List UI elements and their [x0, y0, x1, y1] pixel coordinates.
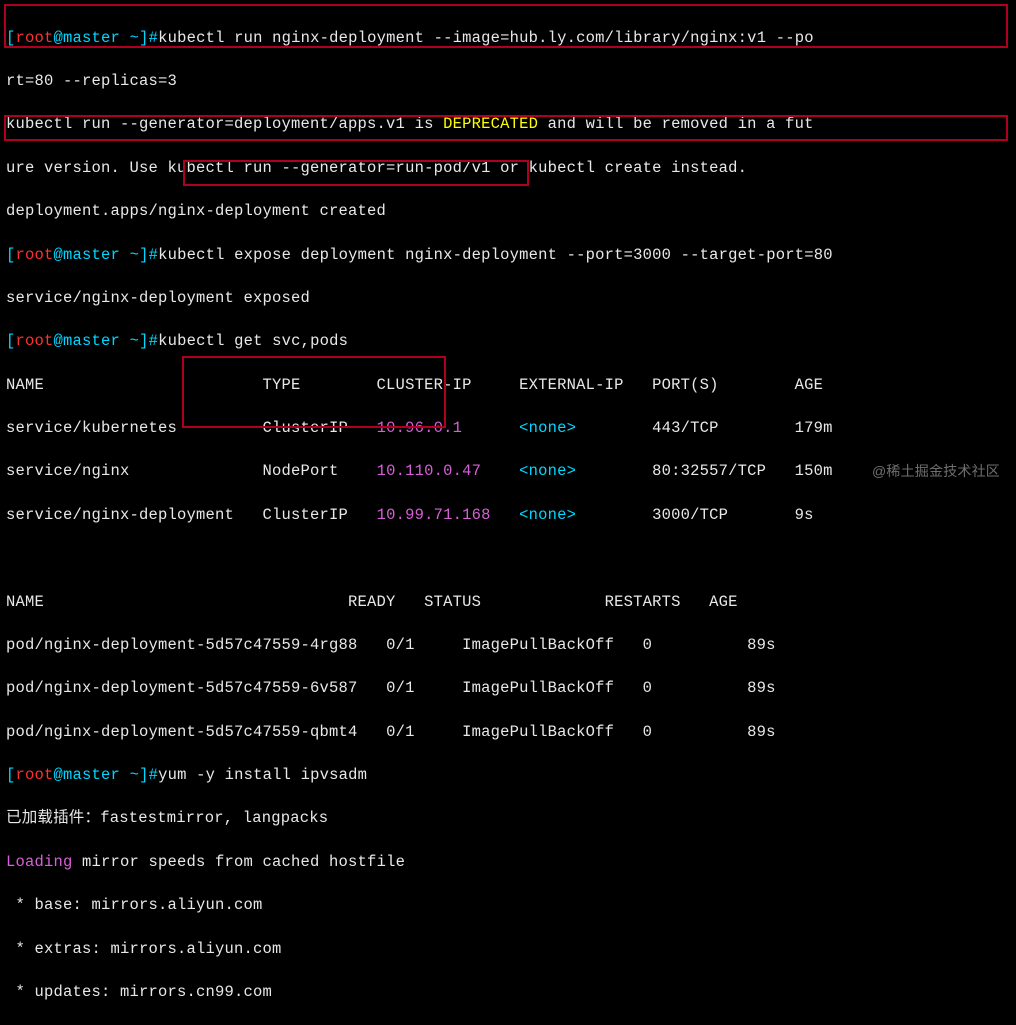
deprecated-2: ure version. Use kubectl run --generator…	[6, 158, 1010, 180]
pod-row-1: pod/nginx-deployment-5d57c47559-6v587 0/…	[6, 678, 1010, 700]
mirror-0: * base: mirrors.aliyun.com	[6, 895, 1010, 917]
line-3: [root@master ~]#kubectl get svc,pods	[6, 331, 1010, 353]
svc-row-2: service/nginx-deployment ClusterIP 10.99…	[6, 505, 1010, 527]
deprecated-3: deployment.apps/nginx-deployment created	[6, 201, 1010, 223]
svc-row-0: service/kubernetes ClusterIP 10.96.0.1 <…	[6, 418, 1010, 440]
line-2: [root@master ~]#kubectl expose deploymen…	[6, 245, 1010, 267]
terminal[interactable]: [root@master ~]#kubectl run nginx-deploy…	[6, 6, 1010, 1025]
svc-row-1: service/nginx NodePort 10.110.0.47 <none…	[6, 461, 1010, 483]
mirror-2: * updates: mirrors.cn99.com	[6, 982, 1010, 1004]
line-2-out: service/nginx-deployment exposed	[6, 288, 1010, 310]
watermark: @稀土掘金技术社区	[872, 462, 1000, 482]
pod-header: NAME READY STATUS RESTARTS AGE	[6, 592, 1010, 614]
line-1-wrap: rt=80 --replicas=3	[6, 71, 1010, 93]
deprecated-1: kubectl run --generator=deployment/apps.…	[6, 114, 1010, 136]
blank	[6, 548, 1010, 570]
line-1: [root@master ~]#kubectl run nginx-deploy…	[6, 28, 1010, 50]
pod-row-2: pod/nginx-deployment-5d57c47559-qbmt4 0/…	[6, 722, 1010, 744]
yum-1: 已加载插件：fastestmirror, langpacks	[6, 808, 1010, 830]
mirror-1: * extras: mirrors.aliyun.com	[6, 939, 1010, 961]
pod-row-0: pod/nginx-deployment-5d57c47559-4rg88 0/…	[6, 635, 1010, 657]
svc-header: NAME TYPE CLUSTER-IP EXTERNAL-IP PORT(S)…	[6, 375, 1010, 397]
yum-2: Loading mirror speeds from cached hostfi…	[6, 852, 1010, 874]
line-4: [root@master ~]#yum -y install ipvsadm	[6, 765, 1010, 787]
